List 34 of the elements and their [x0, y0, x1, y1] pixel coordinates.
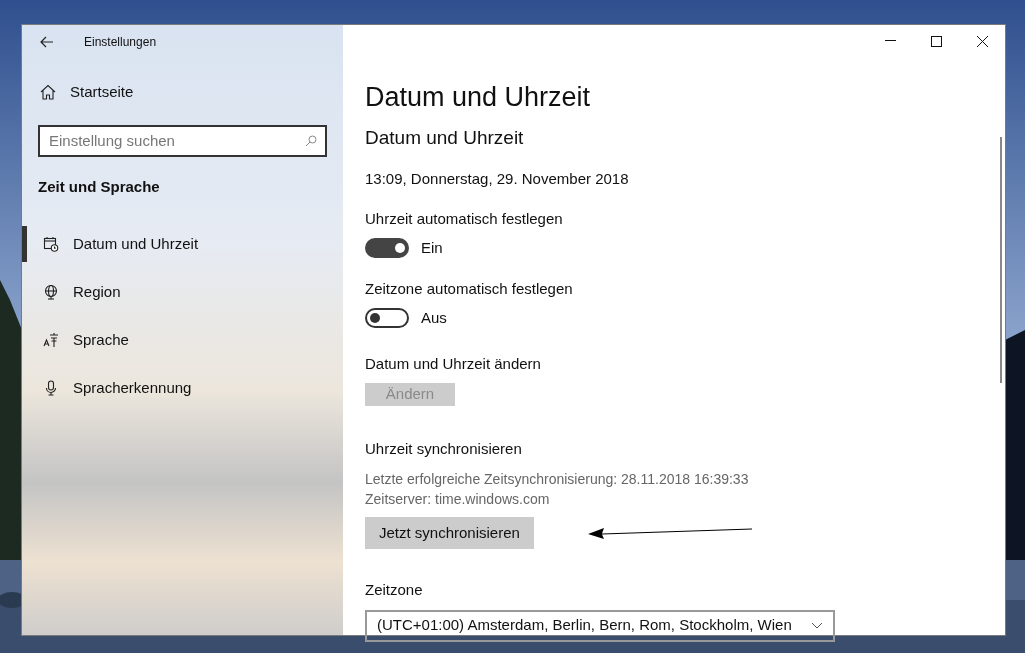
minimize-icon — [884, 40, 896, 42]
sync-info: Zeitserver: time.windows.com — [365, 490, 550, 509]
page-title: Datum und Uhrzeit — [365, 81, 591, 113]
calendar-clock-icon — [43, 236, 59, 252]
toggle-state: Aus — [421, 308, 447, 328]
home-link[interactable]: Startseite — [40, 81, 134, 104]
close-icon — [976, 35, 988, 47]
setting-label: Datum und Uhrzeit ändern — [365, 353, 541, 374]
toggle-switch[interactable] — [365, 237, 409, 258]
nav-item[interactable]: Spracherkennung — [22, 370, 343, 406]
setting-label: Uhrzeit synchronisieren — [365, 438, 522, 459]
timezone-dropdown[interactable]: (UTC+01:00) Amsterdam, Berlin, Bern, Rom, Stockholm, Wien — [365, 609, 835, 642]
section-heading: Zeit und Sprache — [38, 176, 160, 197]
setting-label: Zeitzone — [365, 580, 423, 600]
chevron-down-icon — [811, 622, 823, 629]
scrollbar-icon — [1000, 137, 1002, 383]
setting-label: Uhrzeit automatisch festlegen — [365, 208, 563, 229]
toggle-state: Ein — [421, 237, 443, 258]
toggle-switch[interactable] — [365, 308, 409, 329]
sync-info: Letzte erfolgreiche Zeitsynchronisierung: 28.11.2018 16:39:33 — [365, 470, 749, 489]
nav-item[interactable]: Region — [22, 274, 343, 310]
globe-icon — [43, 284, 59, 300]
maximize-icon — [930, 35, 942, 47]
nav-item[interactable]: Sprache — [22, 322, 343, 358]
language-icon — [43, 332, 59, 348]
search-field[interactable]: Einstellung suchen — [38, 124, 327, 157]
sync-now-button[interactable]: Jetzt synchronisieren — [365, 517, 534, 549]
home-icon — [40, 84, 56, 101]
current-date-time: 13:09, Donnerstag, 29. November 2018 — [365, 169, 629, 189]
section-title: Datum und Uhrzeit — [365, 126, 524, 150]
window-title: Einstellungen — [84, 34, 157, 51]
setting-label: Zeitzone automatisch festlegen — [365, 279, 573, 299]
microphone-icon — [43, 380, 59, 396]
search-icon — [305, 134, 317, 147]
